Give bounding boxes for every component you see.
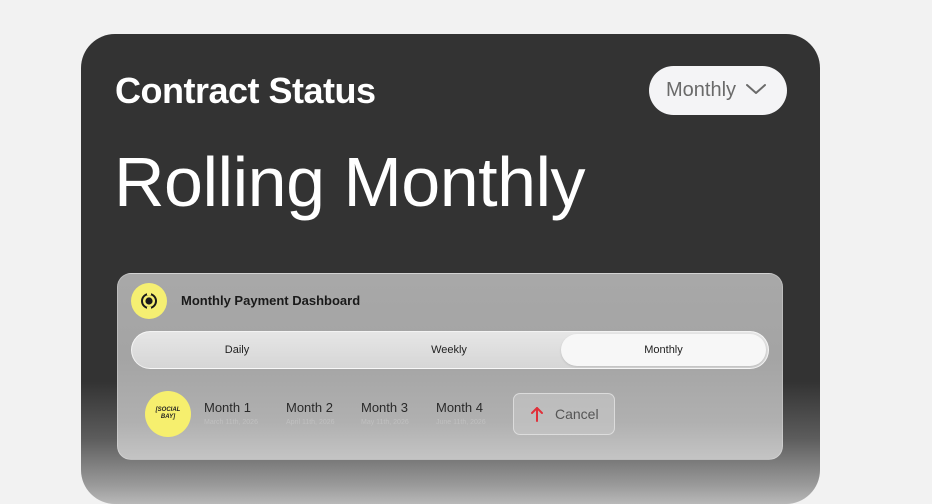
month-date: May 11th, 2026 (361, 419, 409, 426)
period-dropdown[interactable]: Monthly (649, 66, 787, 115)
month-date: April 11th, 2026 (286, 419, 335, 426)
month-label: Month 3 (361, 400, 408, 415)
tab-monthly[interactable]: Monthly (561, 334, 766, 366)
contract-status-card: Contract Status Monthly Rolling Monthly … (81, 34, 820, 504)
arrow-up-icon (531, 407, 543, 422)
chevron-down-icon (746, 84, 766, 94)
month-label: Month 1 (204, 400, 251, 415)
target-icon (131, 283, 167, 319)
brand-logo-line1: [SOCIAL (155, 407, 181, 413)
month-date: June 11th, 2026 (436, 419, 486, 426)
cancel-button[interactable]: Cancel (513, 393, 615, 435)
month-item: Month 4 June 11th, 2026 (436, 400, 486, 426)
period-dropdown-value: Monthly (666, 79, 737, 101)
tab-weekly[interactable]: Weekly (342, 332, 556, 368)
contract-status-value: Rolling Monthly (114, 143, 586, 221)
brand-logo-line2: BAY] (160, 414, 176, 420)
month-item: Month 1 March 11th, 2026 (204, 400, 258, 426)
period-tabs: Daily Weekly Monthly (131, 331, 769, 369)
payment-dashboard-panel: Monthly Payment Dashboard Daily Weekly M… (117, 273, 783, 460)
tab-daily[interactable]: Daily (132, 332, 342, 368)
dashboard-title: Monthly Payment Dashboard (181, 293, 361, 308)
card-title: Contract Status (115, 70, 376, 111)
month-label: Month 2 (286, 400, 333, 415)
month-item: Month 3 May 11th, 2026 (361, 400, 409, 426)
month-label: Month 4 (436, 400, 483, 415)
month-item: Month 2 April 11th, 2026 (286, 400, 335, 426)
month-date: March 11th, 2026 (204, 419, 258, 426)
brand-logo: [SOCIAL BAY] (145, 391, 191, 437)
cancel-button-label: Cancel (555, 406, 599, 422)
